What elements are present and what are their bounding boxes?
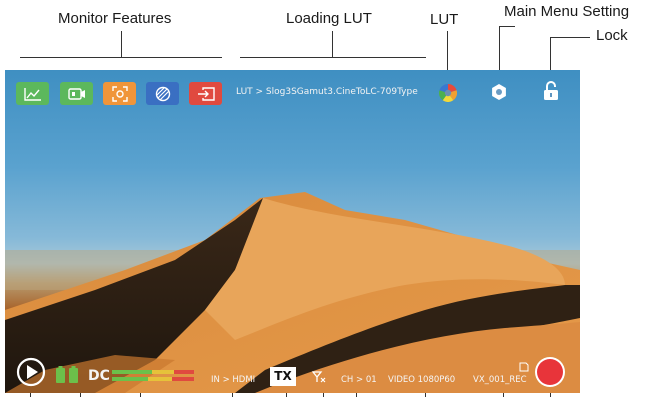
bracket-loading-lut xyxy=(240,57,426,58)
play-button[interactable] xyxy=(16,357,46,387)
video-format-label: VIDEO 1080P60 xyxy=(388,375,456,385)
input-source-label: IN > HDMI xyxy=(211,375,256,385)
tick-mark xyxy=(425,393,426,397)
zebra-button[interactable] xyxy=(146,82,179,105)
audio-level-meter xyxy=(112,370,194,381)
callout-lock: Lock xyxy=(596,27,628,44)
record-button[interactable] xyxy=(534,356,566,388)
tick-mark xyxy=(80,393,81,397)
battery-icon xyxy=(56,366,78,383)
waveform-icon xyxy=(23,87,41,101)
leader-loading-lut xyxy=(332,31,333,57)
loading-lut-path[interactable]: LUT > Slog3SGamut3.CineToLC-709Type xyxy=(236,87,418,97)
callout-loading-lut: Loading LUT xyxy=(286,10,372,27)
callout-main-menu-setting: Main Menu Setting xyxy=(504,3,630,20)
lock-icon[interactable] xyxy=(543,81,559,101)
antenna-icon xyxy=(312,371,326,383)
channel-label: CH > 01 xyxy=(341,375,377,385)
input-button[interactable] xyxy=(189,82,222,105)
desert-dune-image xyxy=(5,192,580,393)
video-button[interactable] xyxy=(60,82,93,105)
tick-mark xyxy=(550,393,551,397)
leader-main-menu-h xyxy=(499,26,515,27)
tick-mark xyxy=(503,393,504,397)
tick-mark xyxy=(30,393,31,397)
video-icon xyxy=(67,87,85,100)
focus-icon xyxy=(111,85,128,102)
callout-lut: LUT xyxy=(430,11,459,28)
tick-mark xyxy=(286,393,287,397)
focus-button[interactable] xyxy=(103,82,136,105)
tick-mark xyxy=(140,393,141,397)
bracket-monitor-features xyxy=(20,57,222,58)
leader-monitor-features xyxy=(121,31,122,57)
tick-mark xyxy=(356,393,357,397)
power-source-label: DC xyxy=(88,368,110,384)
lut-color-wheel-icon[interactable] xyxy=(439,84,457,102)
settings-gear-icon[interactable] xyxy=(490,83,508,101)
record-name-label: VX_001_REC xyxy=(473,375,527,385)
monitor-screen: LUT > Slog3SGamut3.CineToLC-709Type xyxy=(5,70,580,393)
sd-card-icon xyxy=(519,362,529,372)
top-toolbar: LUT > Slog3SGamut3.CineToLC-709Type xyxy=(5,70,580,116)
leader-main-menu-v xyxy=(499,26,500,76)
input-icon xyxy=(197,86,215,101)
leader-lock-h xyxy=(550,37,590,38)
tick-mark xyxy=(323,393,324,397)
tx-badge[interactable]: TX xyxy=(270,367,296,386)
tick-mark xyxy=(232,393,233,397)
callout-monitor-features: Monitor Features xyxy=(58,10,172,27)
zebra-icon xyxy=(155,86,170,101)
waveform-button[interactable] xyxy=(16,82,49,105)
